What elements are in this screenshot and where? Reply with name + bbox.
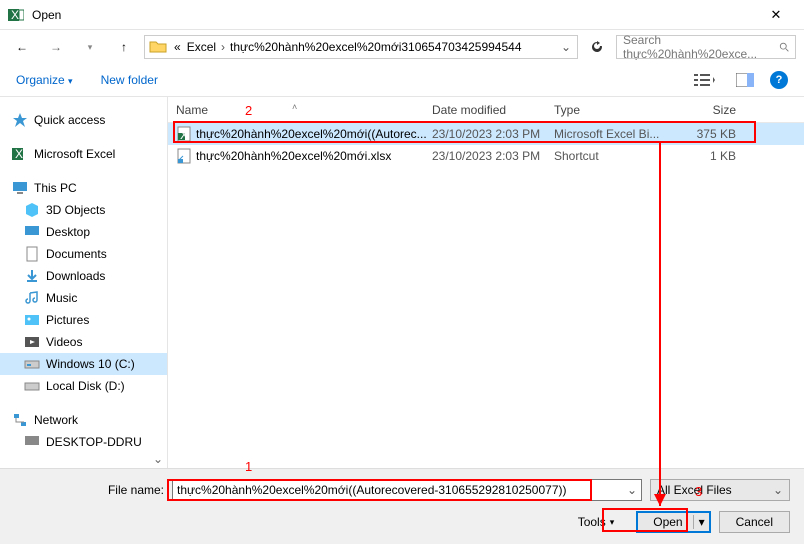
star-icon bbox=[12, 112, 28, 128]
file-row[interactable]: thực%20hành%20excel%20mới.xlsx 23/10/202… bbox=[168, 145, 804, 167]
open-split-dropdown[interactable]: ▾ bbox=[693, 515, 710, 529]
breadcrumb-root-sep[interactable]: « bbox=[171, 40, 184, 54]
desktop-icon bbox=[24, 224, 40, 240]
col-size[interactable]: Size bbox=[670, 103, 750, 117]
sidebar: Quick access X Microsoft Excel This PC 3… bbox=[0, 97, 168, 468]
sidebar-network-pc[interactable]: DESKTOP-DDRU bbox=[0, 431, 167, 453]
drive-icon bbox=[24, 356, 40, 372]
refresh-button[interactable] bbox=[584, 35, 610, 59]
tools-dropdown[interactable]: Tools▾ bbox=[578, 515, 615, 529]
file-size: 375 KB bbox=[670, 127, 750, 141]
file-date: 23/10/2023 2:03 PM bbox=[432, 149, 554, 163]
recent-dropdown[interactable]: ▾ bbox=[76, 35, 104, 59]
pc-icon bbox=[24, 434, 40, 450]
sidebar-network[interactable]: Network bbox=[0, 409, 167, 431]
close-button[interactable]: ✕ bbox=[756, 7, 796, 23]
chevron-down-icon: ⌄ bbox=[773, 483, 783, 497]
titlebar: X Open ✕ bbox=[0, 0, 804, 30]
forward-button[interactable]: → bbox=[42, 35, 70, 59]
open-button[interactable]: Open ▾ bbox=[636, 511, 710, 533]
preview-pane-button[interactable] bbox=[730, 69, 760, 91]
organize-button[interactable]: Organize ▾ bbox=[16, 73, 73, 87]
network-icon bbox=[12, 412, 28, 428]
pictures-icon bbox=[24, 312, 40, 328]
sidebar-desktop[interactable]: Desktop bbox=[0, 221, 167, 243]
videos-icon bbox=[24, 334, 40, 350]
new-folder-button[interactable]: New folder bbox=[101, 73, 158, 87]
back-button[interactable]: ← bbox=[8, 35, 36, 59]
sort-asc-icon: ˄ bbox=[292, 102, 297, 112]
file-name: thực%20hành%20excel%20mới((Autorec... bbox=[196, 127, 427, 141]
search-input[interactable]: Search thực%20hành%20exce... bbox=[616, 35, 796, 59]
view-mode-button[interactable] bbox=[690, 69, 720, 91]
annotation-label-2: 2 bbox=[245, 103, 252, 118]
filename-input[interactable]: thực%20hành%20excel%20mới((Autorecovered… bbox=[172, 479, 642, 501]
file-pane: Name˄ Date modified Type Size X thực%20h… bbox=[168, 97, 804, 468]
window-title: Open bbox=[32, 8, 756, 22]
sidebar-documents[interactable]: Documents bbox=[0, 243, 167, 265]
shortcut-file-icon bbox=[176, 148, 192, 164]
column-headers: Name˄ Date modified Type Size bbox=[168, 97, 804, 123]
svg-text:X: X bbox=[180, 128, 188, 142]
search-placeholder: Search thực%20hành%20exce... bbox=[623, 33, 773, 61]
breadcrumb-sep: › bbox=[219, 40, 227, 54]
excel-app-icon: X bbox=[8, 7, 24, 23]
sidebar-drive-d[interactable]: Local Disk (D:) bbox=[0, 375, 167, 397]
dialog-body: Quick access X Microsoft Excel This PC 3… bbox=[0, 96, 804, 468]
address-bar[interactable]: « Excel › thực%20hành%20excel%20mới31065… bbox=[144, 35, 578, 59]
sidebar-scroll-indicator[interactable]: ⌄ bbox=[153, 452, 163, 466]
sidebar-3d-objects[interactable]: 3D Objects bbox=[0, 199, 167, 221]
sidebar-videos[interactable]: Videos bbox=[0, 331, 167, 353]
file-type: Shortcut bbox=[554, 149, 670, 163]
col-type[interactable]: Type bbox=[554, 103, 670, 117]
search-icon bbox=[779, 41, 789, 53]
sidebar-drive-c[interactable]: Windows 10 (C:) bbox=[0, 353, 167, 375]
address-dropdown[interactable]: ⌄ bbox=[559, 40, 573, 54]
annotation-label-1: 1 bbox=[245, 459, 252, 474]
drive-icon bbox=[24, 378, 40, 394]
col-name[interactable]: Name˄ bbox=[176, 103, 432, 117]
chevron-down-icon[interactable]: ⌄ bbox=[627, 483, 637, 497]
toolbar: Organize ▾ New folder ? bbox=[0, 64, 804, 96]
excel-icon: X bbox=[12, 146, 28, 162]
file-date: 23/10/2023 2:03 PM bbox=[432, 127, 554, 141]
file-size: 1 KB bbox=[670, 149, 750, 163]
file-name: thực%20hành%20excel%20mới.xlsx bbox=[196, 149, 391, 163]
file-row[interactable]: X thực%20hành%20excel%20mới((Autorec... … bbox=[168, 123, 804, 145]
sidebar-music[interactable]: Music bbox=[0, 287, 167, 309]
nav-bar: ← → ▾ ↑ « Excel › thực%20hành%20excel%20… bbox=[0, 30, 804, 64]
excel-file-icon: X bbox=[176, 126, 192, 142]
file-type: Microsoft Excel Bi... bbox=[554, 127, 670, 141]
sidebar-quick-access[interactable]: Quick access bbox=[0, 109, 167, 131]
music-icon bbox=[24, 290, 40, 306]
dialog-footer: File name: thực%20hành%20excel%20mới((Au… bbox=[0, 468, 804, 544]
cancel-button[interactable]: Cancel bbox=[719, 511, 790, 533]
downloads-icon bbox=[24, 268, 40, 284]
help-button[interactable]: ? bbox=[770, 71, 788, 89]
filename-label: File name: bbox=[14, 483, 164, 497]
sidebar-microsoft-excel[interactable]: X Microsoft Excel bbox=[0, 143, 167, 165]
cube-icon bbox=[24, 202, 40, 218]
sidebar-downloads[interactable]: Downloads bbox=[0, 265, 167, 287]
col-date[interactable]: Date modified bbox=[432, 103, 554, 117]
sidebar-this-pc[interactable]: This PC bbox=[0, 177, 167, 199]
breadcrumb-current[interactable]: thực%20hành%20excel%20mới310654703425994… bbox=[227, 40, 524, 54]
sidebar-pictures[interactable]: Pictures bbox=[0, 309, 167, 331]
breadcrumb-excel[interactable]: Excel bbox=[184, 40, 219, 54]
folder-icon bbox=[149, 39, 167, 55]
up-button[interactable]: ↑ bbox=[110, 35, 138, 59]
pc-icon bbox=[12, 180, 28, 196]
svg-text:X: X bbox=[11, 8, 19, 22]
svg-text:X: X bbox=[15, 147, 23, 161]
file-type-filter[interactable]: All Excel Files ⌄ bbox=[650, 479, 790, 501]
annotation-label-3: 3 bbox=[695, 484, 702, 499]
documents-icon bbox=[24, 246, 40, 262]
